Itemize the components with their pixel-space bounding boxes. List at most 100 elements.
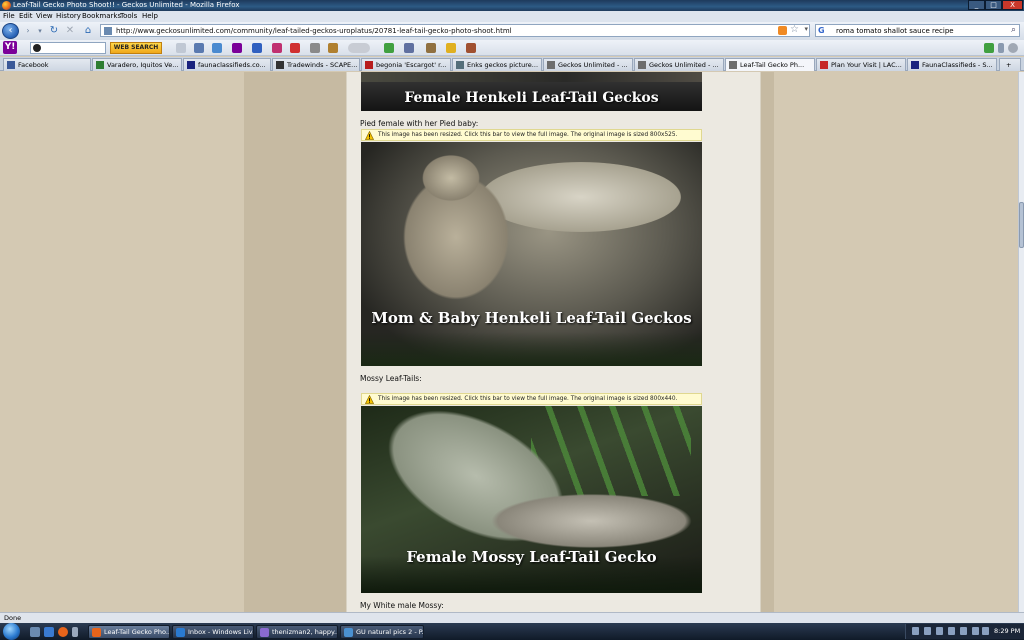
taskbar-item-label: GU natural pics 2 - P... [356,628,424,636]
post-caption: My White male Mossy: [360,601,444,610]
tab-faunaclassifieds[interactable]: faunaclassifieds.co... [183,58,271,71]
toolbar-tool-icon[interactable] [426,43,436,53]
photo-overlay-title: Female Mossy Leaf-Tail Gecko [406,548,657,566]
warning-icon [365,395,374,404]
baby-gecko-shape [421,154,481,202]
menu-bookmarks[interactable]: Bookmarks [82,12,121,21]
toolbar-arrow-icon[interactable] [998,43,1004,53]
toolbar-tool-icon[interactable] [384,43,394,53]
tray-icon[interactable] [960,627,967,635]
toolbar-tool-icon[interactable] [328,43,338,53]
toolbar-tool-icon[interactable] [290,43,300,53]
forward-button[interactable]: › [22,25,34,37]
yahoo-toolbar: Y! WEB SEARCH [0,40,1024,56]
volume-icon[interactable] [972,627,979,635]
close-button[interactable]: X [1002,0,1023,10]
new-tab-button[interactable]: + [999,58,1021,71]
toolbar-tool-icon[interactable] [310,43,320,53]
reload-icon[interactable]: ↻ [48,25,60,37]
tab-varadero[interactable]: Varadero, Iquitos Ve... [92,58,182,71]
bookmark-star-icon[interactable]: ☆ [790,24,799,35]
tab-geckos-unlimited-1[interactable]: Geckos Unlimited - ... [543,58,633,71]
quick-launch-more-icon[interactable] [72,627,78,637]
photo-overlay-title: Female Henkeli Leaf-Tail Geckos [404,90,659,106]
yahoo-logo-icon[interactable]: Y! [3,41,17,54]
henkeli-photo[interactable]: Female Henkeli Leaf-Tail Geckos [361,72,702,111]
toolbar-tool-icon[interactable] [404,43,414,53]
toolbar-tool-icon[interactable] [446,43,456,53]
vertical-scrollbar[interactable] [1018,72,1024,612]
cloud-tool-icon[interactable] [348,43,370,53]
show-desktop-icon[interactable] [30,627,40,637]
back-button[interactable]: ‹ [2,23,19,39]
minimize-button[interactable]: _ [968,0,985,10]
mail-icon[interactable] [212,43,222,53]
tab-enks-geckos[interactable]: Enks geckos picture... [452,58,542,71]
toolbar-tool-icon[interactable] [176,43,186,53]
mossy-photo[interactable]: Female Mossy Leaf-Tail Gecko [361,406,702,593]
tray-icon[interactable] [948,627,955,635]
firefox-quick-launch-icon[interactable] [58,627,68,637]
yahoo-search-input[interactable] [30,42,106,54]
web-search-button[interactable]: WEB SEARCH [110,42,162,54]
toolbar-settings-icon[interactable] [1008,43,1018,53]
window-title-bar: Leaf-Tail Gecko Photo Shoot!! - Geckos U… [0,0,1024,11]
menu-history[interactable]: History [56,12,81,21]
home-icon[interactable]: ⌂ [82,25,94,37]
url-dropdown-icon[interactable]: ▾ [804,25,808,33]
taskbar-item-firefox[interactable]: Leaf-Tail Gecko Pho... [88,625,170,639]
tab-label: Tradewinds - SCAPE... [287,61,358,69]
photo-app-icon [344,628,353,637]
menu-file[interactable]: File [3,12,15,21]
taskbar-item-windows-live[interactable]: Inbox - Windows Liv... [172,625,254,639]
toolbar-tool-icon[interactable] [252,43,262,53]
scrollbar-thumb[interactable] [1019,202,1024,248]
quick-launch-icon[interactable] [44,627,54,637]
search-bar[interactable]: G roma tomato shallot sauce recipe ⌕ [815,24,1020,37]
site-favicon-icon [104,27,112,35]
menu-help[interactable]: Help [142,12,158,21]
page-viewport: Female Henkeli Leaf-Tail Geckos Pied fem… [0,72,1018,612]
search-magnifier-icon[interactable]: ⌕ [1011,25,1016,35]
tray-icon[interactable] [912,627,919,635]
image-resize-notice[interactable]: This image has been resized. Click this … [361,393,702,405]
tab-tradewinds[interactable]: Tradewinds - SCAPE... [272,58,360,71]
toolbar-tool-icon[interactable] [194,43,204,53]
taskbar-clock[interactable]: 8:29 PM [994,626,1020,637]
tab-geckos-unlimited-2[interactable]: Geckos Unlimited - ... [634,58,724,71]
tab-label: Facebook [18,61,49,69]
url-bar[interactable]: http://www.geckosunlimited.com/community… [100,24,810,37]
chat-icon [260,628,269,637]
toolbar-tool-icon[interactable] [466,43,476,53]
maximize-button[interactable]: □ [985,0,1002,10]
windows-taskbar: Leaf-Tail Gecko Pho... Inbox - Windows L… [0,623,1024,640]
mom-baby-photo[interactable]: Mom & Baby Henkeli Leaf-Tail Geckos [361,142,702,366]
menu-tools[interactable]: Tools [120,12,137,21]
stop-icon[interactable]: ✕ [64,25,76,37]
tray-icon[interactable] [982,627,989,635]
system-tray: 8:29 PM [905,624,1024,639]
tab-begonia[interactable]: begonia 'Escargot' r... [361,58,451,71]
google-search-engine-icon[interactable]: G [818,26,827,35]
tray-icon[interactable] [924,627,931,635]
tab-label: Leaf-Tail Gecko Ph... [740,61,805,69]
start-button[interactable] [3,623,20,640]
menu-edit[interactable]: Edit [19,12,33,21]
taskbar-item-thenizman[interactable]: thenizman2, happy... [256,625,338,639]
toolbar-tool-icon[interactable] [272,43,282,53]
network-icon[interactable] [936,627,943,635]
taskbar-item-gu-pics[interactable]: GU natural pics 2 - P... [340,625,424,639]
history-dropdown-icon[interactable]: ▾ [34,25,46,37]
site-favicon-icon [911,61,919,69]
add-tool-icon[interactable] [984,43,994,53]
rss-feed-icon[interactable] [778,26,787,35]
tab-plan-your-visit[interactable]: Plan Your Visit | LAC... [816,58,906,71]
image-resize-notice[interactable]: This image has been resized. Click this … [361,129,702,141]
menu-view[interactable]: View [36,12,53,21]
window-title: Leaf-Tail Gecko Photo Shoot!! - Geckos U… [13,1,240,9]
tab-faunaclassifieds-2[interactable]: FaunaClassifieds - S... [907,58,997,71]
tab-leaf-tail-gecko[interactable]: Leaf-Tail Gecko Ph... [725,58,815,71]
photo-ground [361,332,702,366]
tab-facebook[interactable]: Facebook [3,58,91,71]
yahoo-tool-icon[interactable] [232,43,242,53]
